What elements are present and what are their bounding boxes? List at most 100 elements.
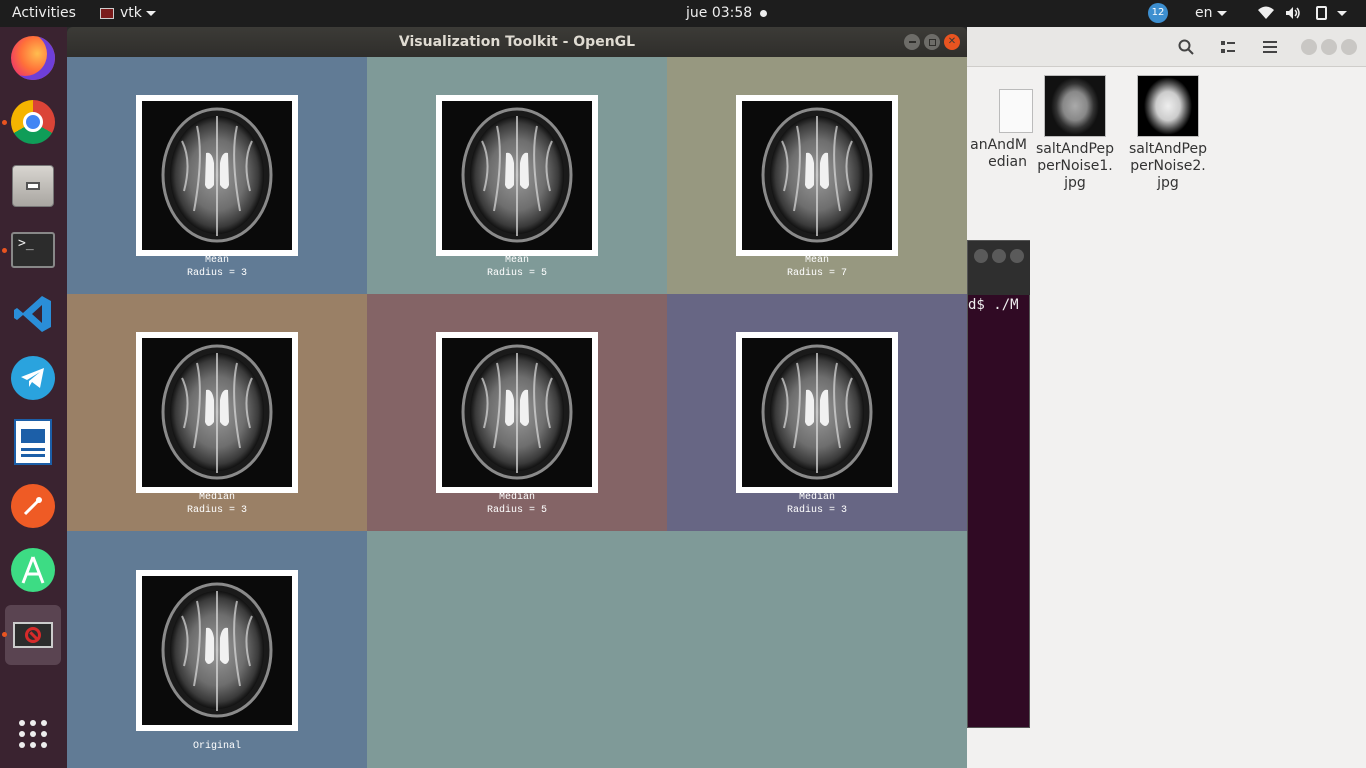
terminal-icon[interactable]: >_: [8, 225, 58, 275]
viewport-caption-title: Mean: [504, 255, 529, 266]
running-indicator: [2, 632, 7, 637]
libreoffice-impress-icon[interactable]: [8, 417, 58, 467]
terminal-header: [968, 241, 1030, 295]
app-menu[interactable]: vtk: [100, 0, 156, 27]
brain-mri-image: [142, 338, 292, 487]
top-bar: Activities vtk jue 03:58 12 en: [0, 0, 1366, 27]
viewport-caption-title: Original: [192, 741, 241, 752]
viewport[interactable]: Mean Radius = 5: [367, 57, 667, 294]
viewport[interactable]: Median Radius = 3: [667, 294, 967, 531]
chevron-down-icon: [1337, 10, 1347, 16]
telegram-icon[interactable]: [8, 353, 58, 403]
clock[interactable]: jue 03:58: [686, 0, 767, 27]
brain-mri-image: [442, 338, 592, 487]
image-frame: [136, 332, 298, 493]
postman-icon[interactable]: [8, 481, 58, 531]
power-menu[interactable]: [1316, 0, 1347, 27]
wifi-icon[interactable]: [1258, 0, 1274, 27]
viewport-caption-title: Median: [798, 492, 835, 503]
close-icon: ✕: [947, 36, 957, 47]
chevron-down-icon: [1216, 10, 1227, 16]
file-label-line: jpg: [1064, 175, 1086, 191]
firefox-icon[interactable]: [8, 33, 58, 83]
render-canvas[interactable]: Mean Radius = 3 Mean Radius = 5 Mean Radius =…: [67, 57, 967, 768]
maximize-button[interactable]: [924, 34, 940, 50]
close-button[interactable]: [1010, 249, 1024, 263]
image-thumbnail: [1044, 75, 1106, 137]
viewport[interactable]: Mean Radius = 7: [667, 57, 967, 294]
vscode-icon[interactable]: [8, 289, 58, 339]
image-thumbnail: [1137, 75, 1199, 137]
viewport[interactable]: Median Radius = 5: [367, 294, 667, 531]
viewport-caption-radius: Radius = 7: [786, 268, 847, 279]
window-title-bar[interactable]: Visualization Toolkit - OpenGL ✕: [67, 27, 967, 57]
show-applications-icon[interactable]: [8, 709, 58, 759]
terminal-prompt[interactable]: d$ ./M: [968, 297, 1019, 313]
maximize-button[interactable]: [992, 249, 1006, 263]
brain-mri-image: [142, 576, 292, 725]
brain-mri-image: [742, 101, 892, 250]
menu-button[interactable]: [1255, 33, 1285, 61]
android-studio-icon[interactable]: [8, 545, 58, 595]
file-item[interactable]: saltAndPep perNoise2. jpg: [1123, 75, 1213, 192]
file-label-line: saltAndPep: [1128, 141, 1208, 157]
image-frame: [436, 332, 598, 493]
activities-button[interactable]: Activities: [12, 0, 76, 27]
file-label-line: perNoise1.: [1037, 158, 1113, 174]
viewport-caption-radius: Radius = 5: [486, 505, 547, 516]
maximize-icon: [928, 38, 936, 46]
viewport[interactable]: Median Radius = 3: [67, 294, 367, 531]
file-manager-header: [967, 27, 1366, 67]
image-frame: [736, 332, 898, 493]
vtk-app-menu-icon: [100, 7, 114, 19]
file-label-line: saltAndPep: [1035, 141, 1115, 157]
file-item[interactable]: saltAndPep perNoise1. jpg: [1030, 75, 1120, 192]
app-menu-label: vtk: [120, 5, 142, 21]
file-label-line: perNoise2.: [1130, 158, 1206, 174]
language-label: en: [1195, 5, 1213, 21]
minimize-button[interactable]: [1301, 39, 1317, 55]
empty-viewport-area: [367, 531, 967, 768]
notification-count-badge: 12: [1148, 3, 1168, 23]
window-title: Visualization Toolkit - OpenGL: [398, 34, 636, 50]
language-selector[interactable]: en: [1195, 0, 1227, 27]
minimize-icon: [908, 41, 916, 43]
viewport-caption-radius: Radius = 5: [486, 268, 547, 279]
vtk-app-icon[interactable]: [5, 605, 61, 665]
viewport-caption-title: Mean: [204, 255, 229, 266]
viewport-caption-title: Median: [198, 492, 235, 503]
close-button[interactable]: ✕: [944, 34, 960, 50]
dock: >_: [0, 27, 67, 768]
hamburger-menu-icon: [1263, 41, 1277, 53]
viewport-caption-radius: Radius = 3: [186, 505, 247, 516]
notification-dot-icon: [759, 9, 767, 17]
image-frame: [136, 95, 298, 256]
close-button[interactable]: [1341, 39, 1357, 55]
files-icon[interactable]: [8, 161, 58, 211]
text-file-icon: [999, 89, 1033, 133]
image-frame: [136, 570, 298, 731]
brain-mri-image: [442, 101, 592, 250]
viewport[interactable]: Mean Radius = 3: [67, 57, 367, 294]
chrome-icon[interactable]: [8, 97, 58, 147]
search-button[interactable]: [1171, 33, 1201, 61]
viewport-caption-radius: Radius = 3: [786, 505, 847, 516]
notification-indicator[interactable]: 12: [1148, 0, 1168, 27]
viewport-caption-title: Median: [498, 492, 535, 503]
running-indicator: [2, 248, 7, 253]
viewport[interactable]: Original: [67, 531, 367, 768]
image-frame: [436, 95, 598, 256]
volume-icon[interactable]: [1285, 0, 1301, 27]
minimize-button[interactable]: [904, 34, 920, 50]
list-view-icon: [1221, 41, 1235, 53]
chevron-down-icon: [145, 10, 156, 16]
terminal-window: d$ ./M: [967, 240, 1030, 728]
vtk-window: Visualization Toolkit - OpenGL ✕ Mean Rad…: [67, 27, 967, 768]
minimize-button[interactable]: [974, 249, 988, 263]
image-frame: [736, 95, 898, 256]
maximize-button[interactable]: [1321, 39, 1337, 55]
brain-mri-image: [742, 338, 892, 487]
clock-label: jue 03:58: [686, 5, 753, 21]
view-toggle-button[interactable]: [1213, 33, 1243, 61]
file-label-line: jpg: [1157, 175, 1179, 191]
